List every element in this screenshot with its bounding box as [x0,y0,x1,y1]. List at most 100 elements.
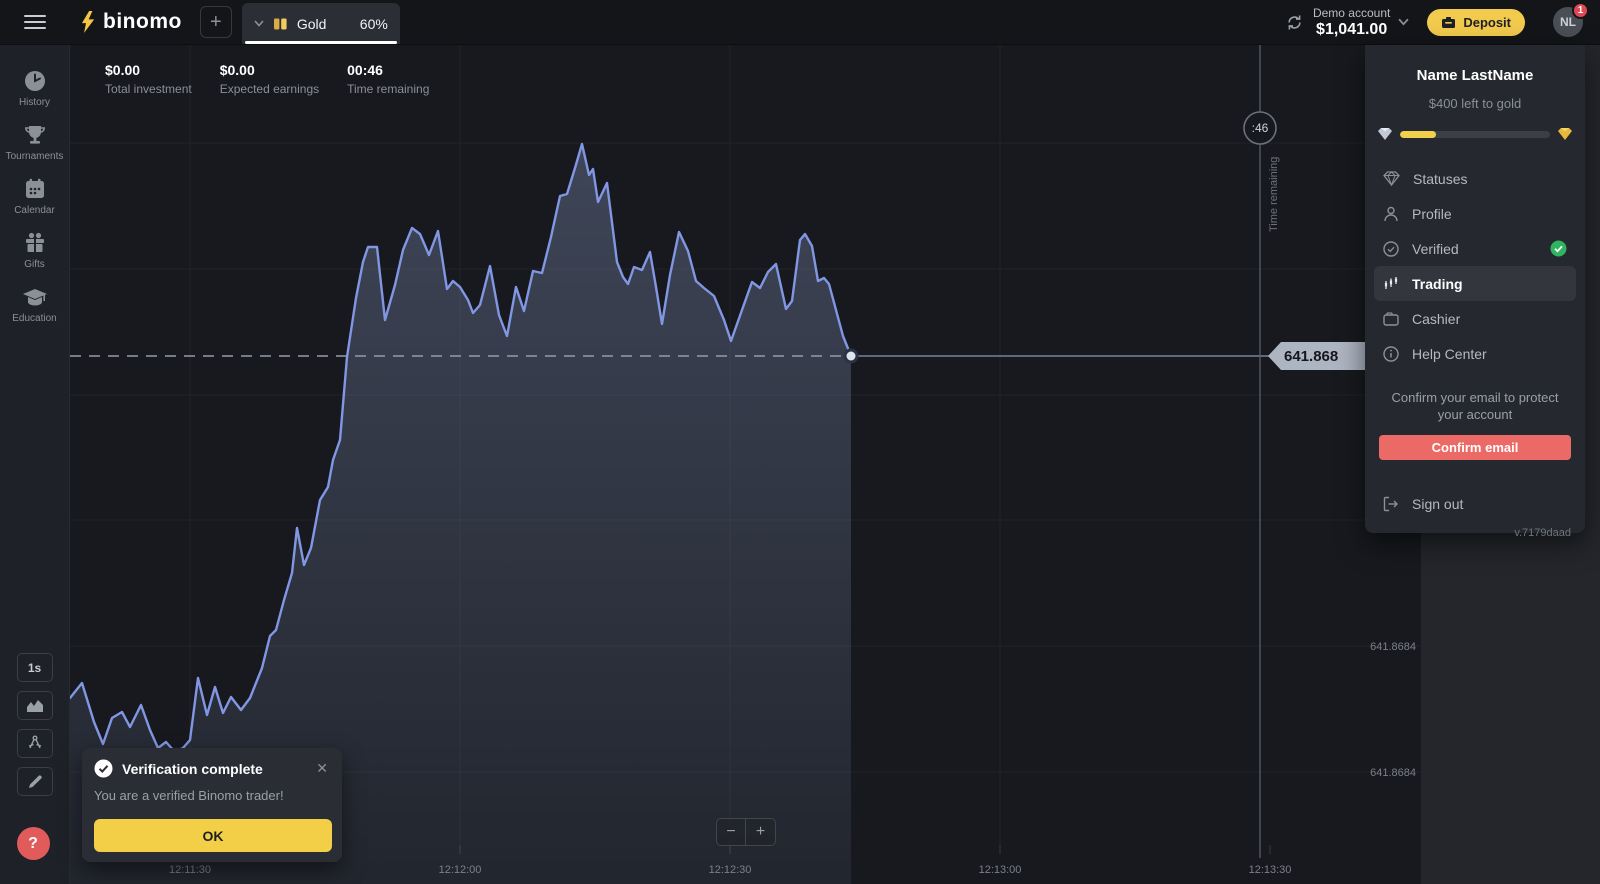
drawing-button[interactable] [17,767,53,796]
account-selector[interactable]: Demo account $1,041.00 [1313,6,1390,39]
sidebar-item-gifts[interactable]: Gifts [0,231,70,270]
avatar-initials: NL [1560,15,1576,29]
deposit-button[interactable]: Deposit [1427,9,1525,36]
confirm-email-text: Confirm your email to protect your accou… [1379,389,1571,423]
menu-item-statuses[interactable]: Statuses [1374,161,1576,196]
graduation-cap-icon [22,285,48,309]
status-progress-fill [1400,131,1436,138]
history-clock-icon [23,69,47,93]
status-progress-caption: $400 left to gold [1379,96,1571,111]
x-axis-label: 12:13:00 [979,864,1022,876]
expected-earnings-label: Expected earnings [220,82,319,96]
trade-stats-bar: $0.00 Total investment $0.00 Expected ea… [105,62,429,96]
confirm-email-button[interactable]: Confirm email [1379,435,1571,460]
sidebar-item-calendar[interactable]: Calendar [0,177,70,216]
indicators-button[interactable] [17,729,53,758]
sidebar-nav: History Tournaments Calendar [0,45,70,324]
account-balance: $1,041.00 [1313,21,1390,39]
x-axis-label: 12:11:30 [169,864,211,876]
toast-close-icon[interactable]: ✕ [312,760,332,777]
app-version: v.7179daad [1365,527,1585,547]
trophy-icon [23,123,47,147]
menu-item-help-center[interactable]: Help Center [1374,336,1576,371]
timeframe-button[interactable]: 1s [17,653,53,682]
refresh-icon[interactable] [1286,14,1303,31]
zoom-out-button[interactable]: − [716,818,746,846]
account-chevron-down-icon[interactable] [1398,18,1409,26]
sidebar: History Tournaments Calendar [0,45,70,884]
sidebar-item-label: Gifts [24,259,45,270]
sidebar-item-history[interactable]: History [0,69,70,108]
total-investment-label: Total investment [105,82,192,96]
notification-badge: 1 [1572,2,1589,19]
sidebar-item-tournaments[interactable]: Tournaments [0,123,70,162]
topbar: binomo + Gold 60% Demo account $1,041.00 [0,0,1600,45]
deposit-label: Deposit [1463,15,1511,30]
chart-tools: 1s ? [17,653,53,884]
verified-badge-icon [1550,240,1567,257]
wallet-icon [1441,16,1456,29]
area-chart-icon [26,699,44,713]
y-axis-label: 641.8684 [1370,767,1416,779]
confirm-email-block: Confirm your email to protect your accou… [1365,377,1585,476]
status-progress [1365,111,1585,155]
countdown-text: :46 [1252,121,1269,135]
add-asset-tab-button[interactable]: + [200,6,232,38]
x-axis-label: 12:12:30 [709,864,752,876]
chart-type-button[interactable] [17,691,53,720]
active-tab-indicator [245,41,397,44]
toast-message: You are a verified Binomo trader! [94,788,332,803]
asset-name: Gold [297,16,327,32]
menu-item-label: Cashier [1412,311,1460,327]
sidebar-item-label: Education [12,313,56,324]
gift-icon [23,231,47,255]
calendar-icon [23,177,47,201]
statuses-diamond-icon [1383,171,1400,186]
hamburger-menu-icon[interactable] [24,11,46,33]
menu-item-label: Verified [1412,241,1459,257]
account-type: Demo account [1313,6,1390,20]
status-progress-track [1400,131,1550,138]
menu-item-label: Sign out [1412,496,1463,512]
profile-person-icon [1383,206,1399,222]
trading-candles-icon [1383,276,1399,292]
toast-ok-button[interactable]: OK [94,819,332,852]
total-investment-value: $0.00 [105,62,192,78]
binomo-logo: binomo [80,10,182,34]
verified-check-circle-icon [1383,241,1399,257]
sidebar-item-education[interactable]: Education [0,285,70,324]
help-button[interactable]: ? [17,827,50,860]
zoom-in-button[interactable]: + [746,818,776,846]
gold-diamond-icon [1557,127,1573,141]
menu-item-label: Trading [1412,276,1463,292]
user-name: Name LastName [1379,67,1571,84]
stat-time-remaining: 00:46 Time remaining [347,62,429,96]
expected-earnings-value: $0.00 [220,62,319,78]
avatar[interactable]: NL 1 [1553,7,1583,37]
compass-icon [27,735,43,752]
toast-title: Verification complete [122,761,263,777]
verification-toast: Verification complete ✕ You are a verifi… [82,748,342,862]
sidebar-item-label: Tournaments [6,151,64,162]
cashier-wallet-icon [1383,312,1399,326]
menu-item-profile[interactable]: Profile [1374,196,1576,231]
success-check-icon [94,759,113,778]
help-center-info-icon [1383,346,1399,362]
asset-tab-gold[interactable]: Gold 60% [242,3,400,44]
asset-payout: 60% [360,16,388,32]
menu-item-trading[interactable]: Trading [1374,266,1576,301]
chevron-down-icon[interactable] [254,20,264,27]
menu-item-sign-out[interactable]: Sign out [1374,486,1576,521]
deadline-label: Time remaining [1268,157,1280,232]
menu-item-label: Statuses [1413,171,1467,187]
menu-item-verified[interactable]: Verified [1374,231,1576,266]
bolt-icon [80,11,96,33]
chart-zoom-controls: − + [716,818,776,846]
time-remaining-label: Time remaining [347,82,429,96]
sidebar-item-label: History [19,97,50,108]
sign-out-icon [1383,496,1399,512]
account-dropdown-panel: Name LastName $400 left to gold Statuses [1365,45,1585,533]
menu-item-cashier[interactable]: Cashier [1374,301,1576,336]
topbar-right-cluster: Demo account $1,041.00 Deposit NL 1 [1286,6,1583,39]
x-axis-label: 12:12:00 [439,864,482,876]
